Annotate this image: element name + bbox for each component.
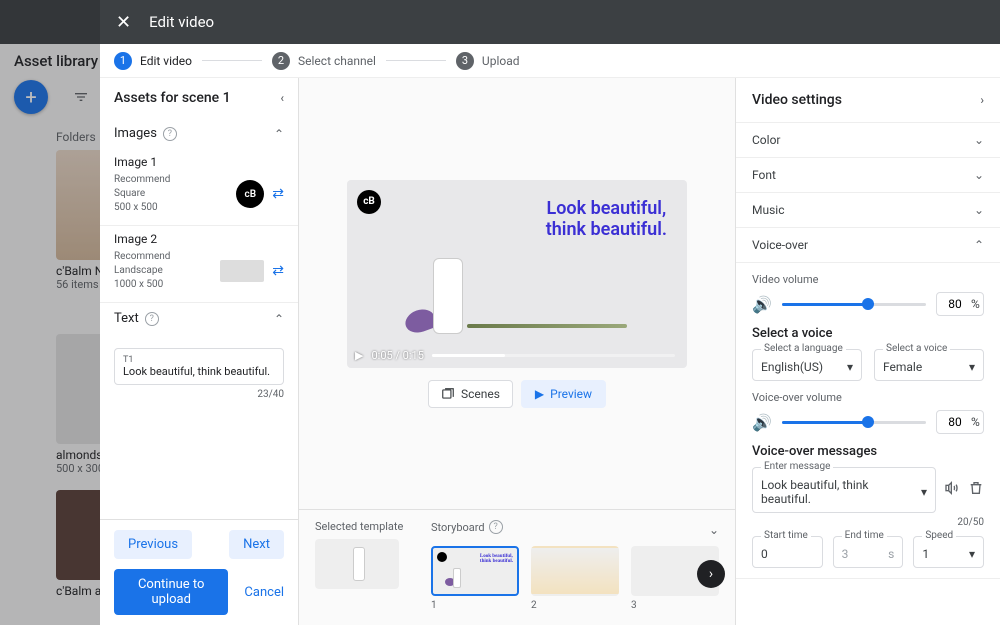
chevron-down-icon: ⌄ [974,168,984,182]
video-volume-slider[interactable] [782,303,926,306]
stepper: 1 Edit video 2 Select channel 3 Upload [100,44,1000,78]
language-select[interactable]: Select a language English(US)▾ [752,349,862,381]
step-select-channel[interactable]: 2 Select channel [272,52,376,70]
close-icon[interactable]: ✕ [116,12,131,33]
play-message-icon[interactable] [944,480,960,500]
video-volume-input[interactable]: % [936,292,984,316]
help-icon[interactable]: ? [163,127,177,141]
modal-title: Edit video [149,13,214,31]
storyboard-label: Storyboard [431,521,485,534]
assets-panel-title: Assets for scene 1 [114,90,231,106]
preview-button[interactable]: ▶ Preview [521,380,606,408]
text-section-header[interactable]: Text? ⌃ [100,303,298,334]
end-time-input[interactable]: End time 3s [833,536,904,568]
start-time-input[interactable]: Start time 0 [752,536,823,568]
enter-message-select[interactable]: Enter message Look beautiful, think beau… [752,467,936,513]
font-section[interactable]: Font⌄ [736,158,1000,193]
product-bottle-graphic [433,258,463,334]
speaker-icon[interactable]: 🔊 [752,413,772,432]
delete-icon[interactable] [968,480,984,500]
images-section-header[interactable]: Images? ⌃ [100,118,298,149]
voiceover-volume-label: Voice-over volume [752,391,984,404]
next-button[interactable]: Next [229,530,284,559]
dropdown-icon: ▾ [921,485,927,499]
storyboard-next-icon[interactable]: › [697,560,725,588]
chevron-down-icon: ⌄ [974,203,984,217]
dropdown-icon: ▾ [847,360,853,374]
video-headline: Look beautiful, think beautiful. [546,198,667,241]
continue-upload-button[interactable]: Continue to upload [114,569,228,615]
image-1-thumb[interactable]: cB [236,180,264,208]
swap-icon[interactable]: ⇄ [272,186,284,202]
help-icon[interactable]: ? [145,312,159,326]
dropdown-icon: ▾ [969,547,975,561]
text-t1-input[interactable]: T1 Look beautiful, think beautiful. [114,348,284,385]
preview-panel: cB Look beautiful, think beautiful. ▶ 0:… [299,78,736,625]
music-section[interactable]: Music⌄ [736,193,1000,228]
message-counter: 20/50 [752,517,984,528]
storyboard-scene-2[interactable] [531,546,619,596]
video-preview[interactable]: cB Look beautiful, think beautiful. ▶ 0:… [347,180,687,368]
chevron-down-icon: ⌄ [974,133,984,147]
video-settings-panel: Video settings › Color⌄ Font⌄ Music⌄ Voi… [736,78,1000,625]
chevron-up-icon: ⌃ [274,312,284,326]
modal-header: ✕ Edit video [100,0,1000,44]
play-icon[interactable]: ▶ [355,349,363,362]
step-edit-video[interactable]: 1 Edit video [114,52,192,70]
video-settings-title: Video settings [752,92,842,108]
chevron-up-icon: ⌃ [974,238,984,252]
storyboard-scene-1[interactable]: Look beautiful,think beautiful. [431,546,519,596]
image-1-block: Image 1 Recommend Square 500 x 500 cB ⇄ [100,149,298,226]
voiceover-section[interactable]: Voice-over⌃ [736,228,1000,263]
chevron-down-icon[interactable]: ⌄ [709,523,719,537]
voiceover-volume-input[interactable]: % [936,410,984,434]
storyboard-strip: Selected template Storyboard? ⌄ Look bea… [299,509,735,625]
step-upload[interactable]: 3 Upload [456,52,520,70]
select-voice-title: Select a voice [752,326,984,341]
image-2-thumb[interactable] [220,260,264,282]
video-volume-label: Video volume [752,273,984,286]
video-progress[interactable] [432,354,675,357]
chevron-up-icon: ⌃ [274,127,284,141]
voice-select[interactable]: Select a voice Female▾ [874,349,984,381]
voiceover-volume-slider[interactable] [782,421,926,424]
collapse-panel-icon[interactable]: ‹ [280,91,284,105]
speaker-icon[interactable]: 🔊 [752,295,772,314]
assets-panel: Assets for scene 1 ‹ Images? ⌃ Image 1 R… [100,78,299,625]
lavender-graphic [467,324,627,328]
selected-template-label: Selected template [315,520,411,533]
video-time: 0:05 / 0:15 [371,349,423,362]
scenes-button[interactable]: Scenes [428,380,513,408]
color-section[interactable]: Color⌄ [736,123,1000,158]
previous-button[interactable]: Previous [114,530,192,559]
speed-select[interactable]: Speed 1▾ [913,536,984,568]
swap-icon[interactable]: ⇄ [272,263,284,279]
play-icon: ▶ [535,387,544,401]
text-counter: 23/40 [114,389,284,400]
image-2-block: Image 2 Recommend Landscape 1000 x 500 ⇄ [100,226,298,303]
dropdown-icon: ▾ [969,360,975,374]
edit-video-modal: ✕ Edit video 1 Edit video 2 Select chann… [100,0,1000,625]
help-icon[interactable]: ? [489,520,503,534]
voiceover-messages-title: Voice-over messages [752,444,984,459]
brand-logo-icon: cB [357,190,381,214]
template-thumb[interactable] [315,539,399,589]
cancel-link[interactable]: Cancel [244,585,284,600]
chevron-right-icon[interactable]: › [980,93,984,107]
